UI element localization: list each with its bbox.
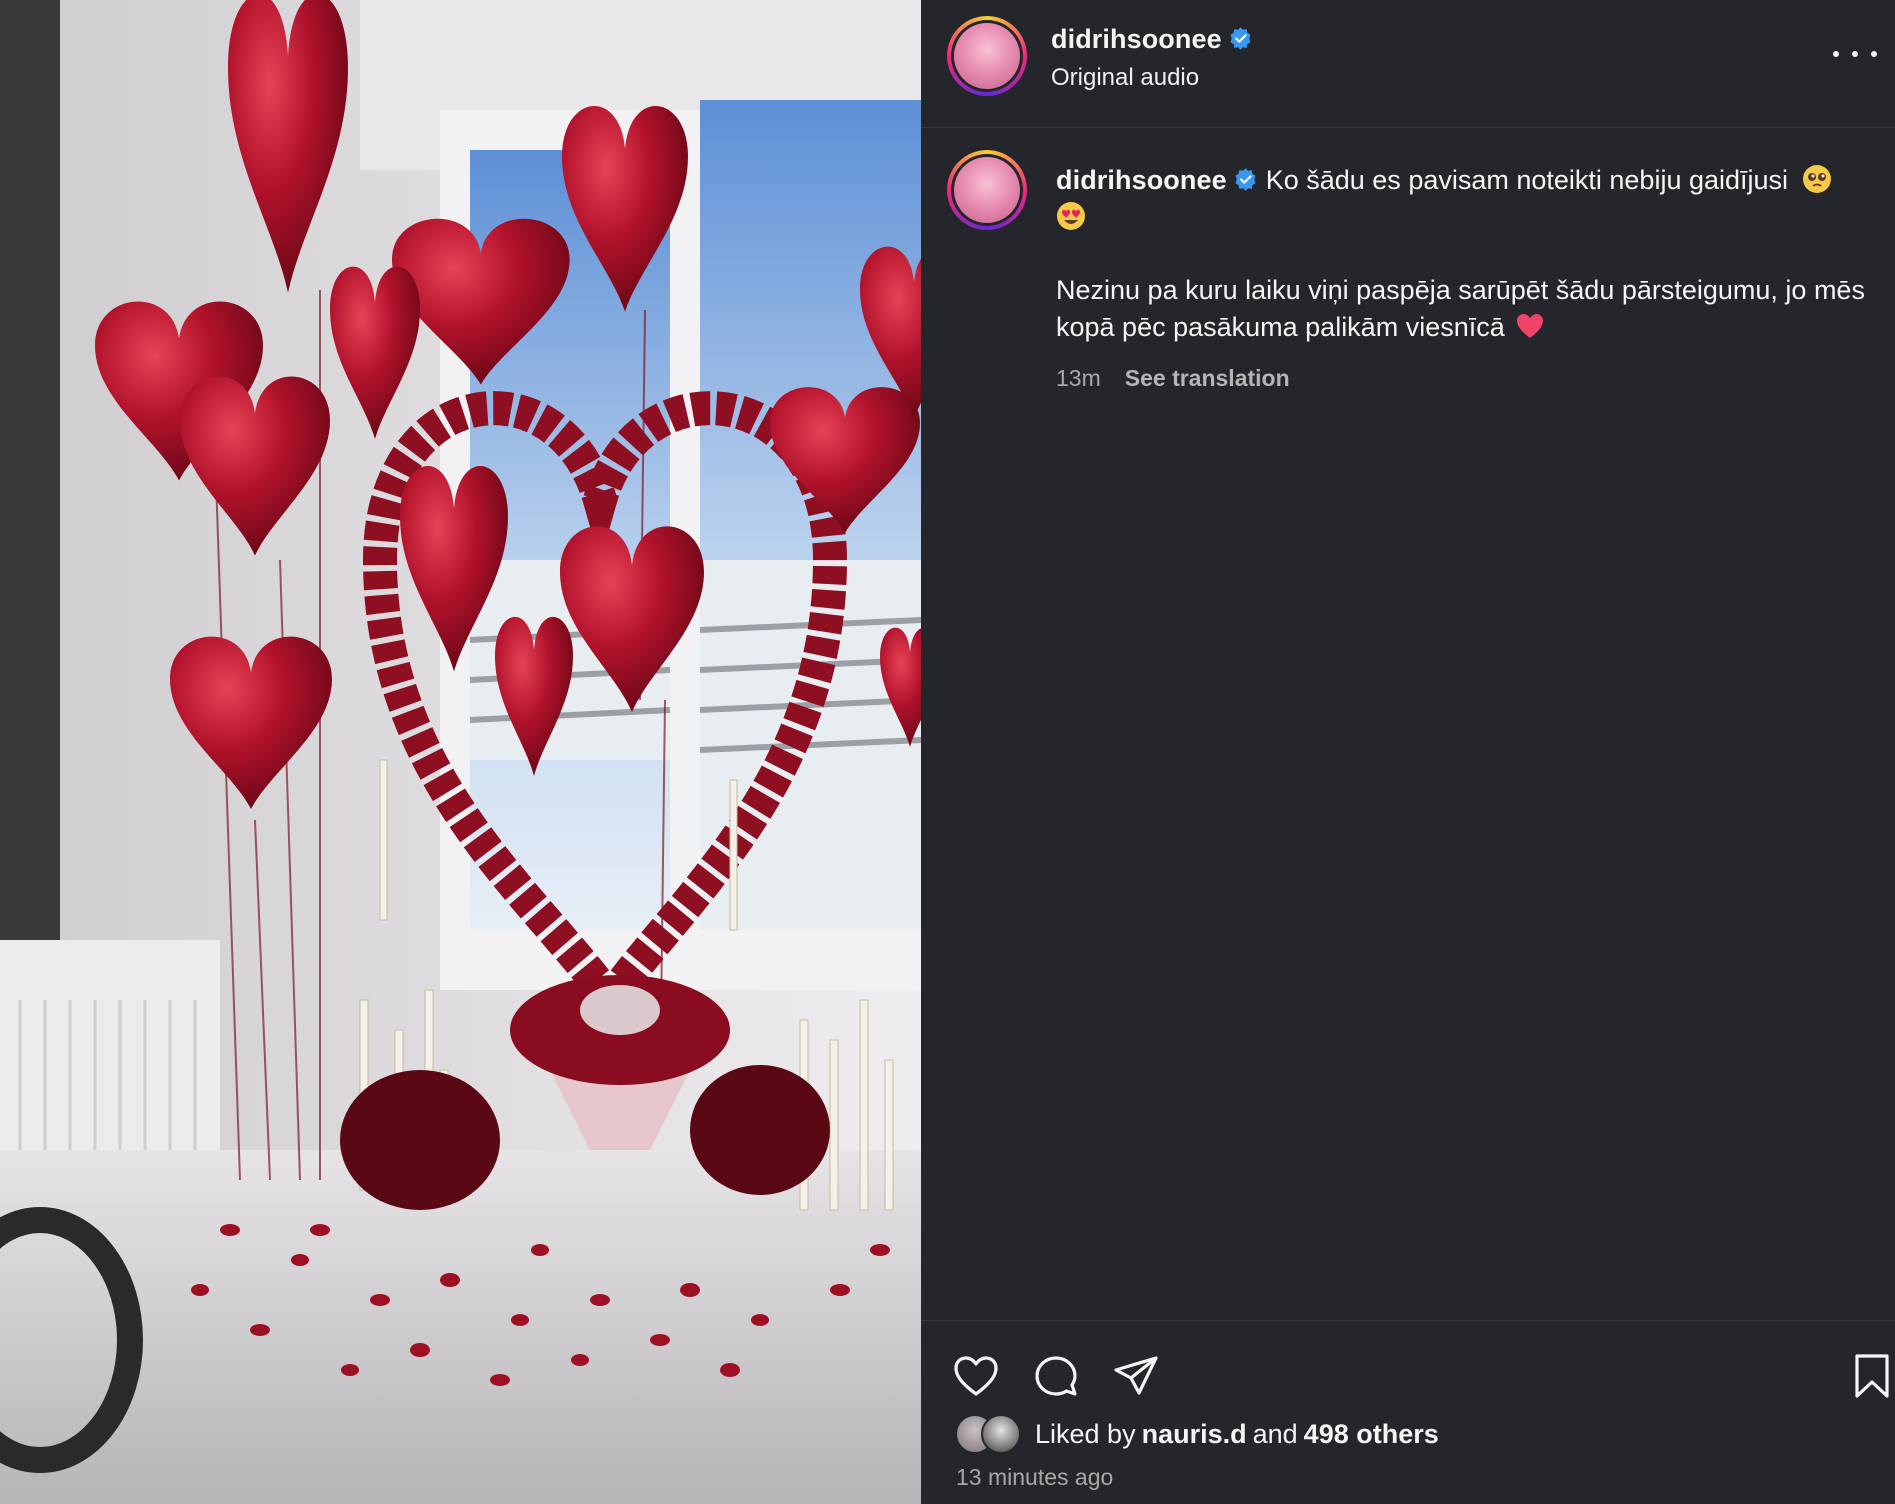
post-timestamp: 13 minutes ago (956, 1464, 1114, 1490)
instagram-post-view: didrihsoonee Original audio didrihsoonee… (0, 0, 1895, 1504)
caption-body: didrihsoonee Ko šādu es pavisam noteikti … (1056, 162, 1866, 397)
heart-icon[interactable] (951, 1351, 1001, 1401)
post-video[interactable] (0, 0, 921, 1504)
heart-eyes-face-icon (1057, 202, 1085, 230)
post-details-panel: didrihsoonee Original audio didrihsoonee… (921, 0, 1895, 1504)
more-horizontal-icon (1833, 51, 1839, 57)
likes-prefix: Liked by (1035, 1418, 1136, 1449)
verified-badge-icon (1230, 27, 1251, 50)
caption-username[interactable]: didrihsoonee (1056, 165, 1227, 195)
comment-icon[interactable] (1031, 1351, 1081, 1401)
pleading-face-icon (1802, 165, 1831, 193)
see-translation-link[interactable]: See translation (1125, 360, 1290, 397)
liker-avatar (981, 1414, 1021, 1454)
verified-badge-icon (1235, 168, 1256, 191)
caption-line-1: Ko šādu es pavisam noteikti nebiju gaidī… (1265, 165, 1789, 195)
liker-username[interactable]: nauris.d (1142, 1419, 1247, 1450)
caption-meta: 13m See translation (1056, 360, 1866, 397)
caption-time: 13m (1056, 365, 1101, 391)
likes-others-count[interactable]: 498 others (1304, 1419, 1439, 1450)
likes-summary[interactable]: Liked by nauris.d and 498 others (955, 1412, 1445, 1456)
original-audio-link[interactable]: Original audio (1051, 64, 1199, 92)
author-username-text[interactable]: didrihsoonee (1051, 24, 1222, 54)
bookmark-icon[interactable] (1847, 1351, 1895, 1401)
red-heart-icon (1516, 314, 1543, 338)
likes-and: and (1252, 1418, 1298, 1449)
share-icon[interactable] (1111, 1351, 1161, 1401)
post-actions-bar (921, 1320, 1895, 1400)
more-options-button[interactable] (1833, 44, 1877, 64)
caption-author-avatar[interactable] (947, 150, 1027, 230)
author-username[interactable]: didrihsoonee (1051, 24, 1253, 55)
caption-line-2: Nezinu pa kuru laiku viņi paspēja sarūpē… (1056, 272, 1866, 346)
caption-line-2-text: Nezinu pa kuru laiku viņi paspēja sarūpē… (1056, 275, 1865, 342)
post-video-frame (0, 0, 921, 1504)
liker-avatars (955, 1414, 1025, 1454)
author-avatar[interactable] (947, 16, 1027, 96)
post-header: didrihsoonee Original audio (921, 0, 1895, 128)
